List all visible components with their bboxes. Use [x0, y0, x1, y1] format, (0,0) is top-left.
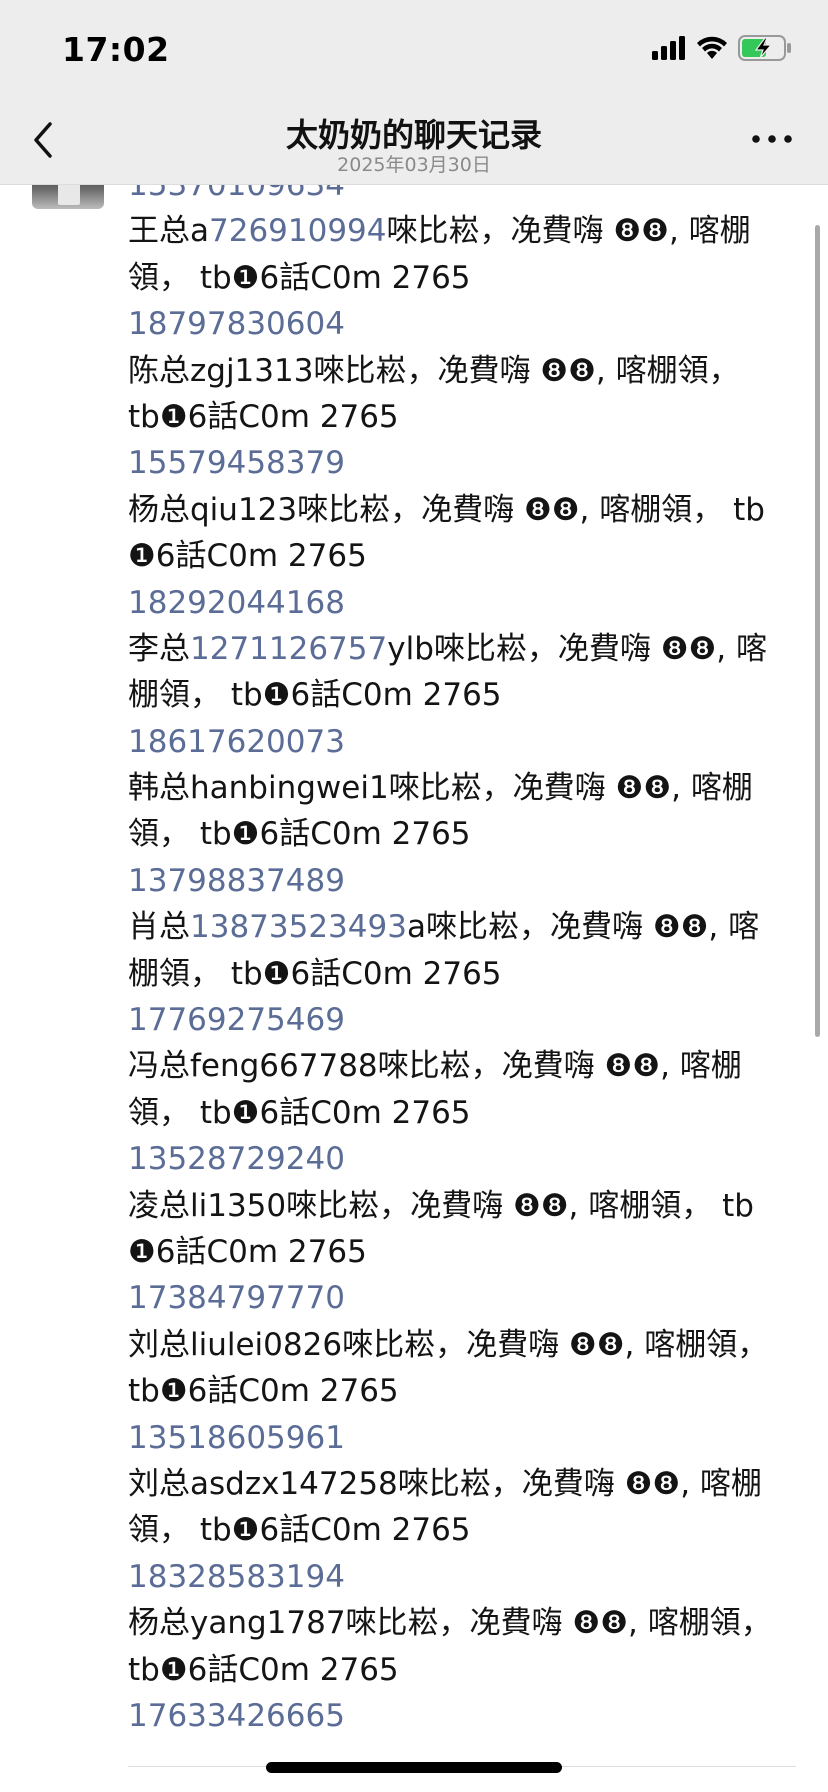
message-line: 凌总li1350唻比崧，凂費嗨 ❽❽, 喀棚領， tb — [128, 1183, 800, 1229]
message-line: 刘总liulei0826唻比崧，凂費嗨 ❽❽, 喀棚領， — [128, 1322, 800, 1368]
message-line: 杨总yang1787唻比崧，凂費嗨 ❽❽, 喀棚領， — [128, 1600, 800, 1646]
phone-number-link[interactable]: 18797830604 — [128, 306, 345, 342]
status-icons — [652, 35, 792, 65]
message-text-segment: tb❶6話C0m 2765 — [128, 398, 399, 435]
more-button[interactable] — [748, 124, 796, 154]
phone-number-link[interactable]: 13798837489 — [128, 863, 345, 899]
message-text-segment: a唻比崧，凂費嗨 ❽❽, 喀 — [406, 909, 760, 946]
message-text-segment: 唻比崧，凂費嗨 ❽❽, 喀棚 — [386, 213, 751, 250]
message-line: 18797830604 — [128, 301, 800, 347]
battery-charging-icon — [738, 35, 792, 65]
phone-number-link[interactable]: 726910994 — [209, 213, 387, 249]
message-text-segment: 凌总li1350唻比崧，凂費嗨 ❽❽, 喀棚領， tb — [128, 1187, 754, 1224]
message-line: 18328583194 — [128, 1554, 800, 1600]
signal-icon — [652, 36, 686, 64]
message-line: ❶6話C0m 2765 — [128, 533, 800, 579]
message-line: 領， tb❶6話C0m 2765 — [128, 1507, 800, 1553]
message-text-segment: 領， tb❶6話C0m 2765 — [128, 259, 471, 296]
message-text-segment: tb❶6話C0m 2765 — [128, 1373, 399, 1410]
message-line: 17633426665 — [128, 1693, 800, 1739]
message-line: 18292044168 — [128, 580, 800, 626]
message-line: tb❶6話C0m 2765 — [128, 1368, 800, 1414]
phone-number-link[interactable]: 15579458379 — [128, 445, 345, 481]
chat-date-subtitle: 2025年03月30日 — [337, 154, 491, 176]
phone-number-link[interactable]: 15370109634 — [128, 185, 345, 203]
message-line: 棚領， tb❶6話C0m 2765 — [128, 951, 800, 997]
message-text-segment: 領， tb❶6話C0m 2765 — [128, 816, 471, 853]
chat-content[interactable]: 15370109634 王总a726910994唻比崧，凂費嗨 ❽❽, 喀棚領， … — [0, 185, 828, 1792]
message-line: 領， tb❶6話C0m 2765 — [128, 1090, 800, 1136]
message-line: 刘总asdzx147258唻比崧，凂費嗨 ❽❽, 喀棚 — [128, 1461, 800, 1507]
message-text-segment: 杨总qiu123唻比崧，凂費嗨 ❽❽, 喀棚領， tb — [128, 491, 765, 528]
message-text-segment: 領， tb❶6話C0m 2765 — [128, 1094, 471, 1131]
phone-number-link[interactable]: 13518605961 — [128, 1420, 345, 1456]
message-line: 13798837489 — [128, 858, 800, 904]
message-line: 13518605961 — [128, 1415, 800, 1461]
avatar[interactable] — [32, 185, 104, 209]
message-text-segment: 杨总yang1787唻比崧，凂費嗨 ❽❽, 喀棚領， — [128, 1605, 772, 1642]
message-line: 17384797770 — [128, 1275, 800, 1321]
message-line: 冯总feng667788唻比崧，凂費嗨 ❽❽, 喀棚 — [128, 1043, 800, 1089]
message-text-segment: 領， tb❶6話C0m 2765 — [128, 1512, 471, 1549]
message-text-segment: ❶6話C0m 2765 — [128, 538, 367, 575]
message-text: 15370109634 王总a726910994唻比崧，凂費嗨 ❽❽, 喀棚領， … — [128, 185, 800, 1739]
nav-bar: 太奶奶的聊天记录 2025年03月30日 — [0, 94, 828, 185]
message-line: 李总1271126757ylb唻比崧，凂費嗨 ❽❽, 喀 — [128, 626, 800, 672]
message-text-segment: 刘总asdzx147258唻比崧，凂費嗨 ❽❽, 喀棚 — [128, 1465, 762, 1502]
message-line: 王总a726910994唻比崧，凂費嗨 ❽❽, 喀棚 — [128, 208, 800, 254]
scrollbar[interactable] — [815, 225, 820, 1037]
wifi-icon — [696, 36, 728, 64]
home-indicator — [266, 1762, 562, 1773]
message-line: 肖总13873523493a唻比崧，凂費嗨 ❽❽, 喀 — [128, 904, 800, 950]
phone-number-link[interactable]: 17769275469 — [128, 1002, 345, 1038]
message-line: 15370109634 — [128, 185, 800, 208]
message-text-segment: 肖总 — [128, 909, 190, 946]
phone-number-link[interactable]: 13528729240 — [128, 1141, 345, 1177]
message-text-segment: 李总 — [128, 630, 190, 667]
message-line: 杨总qiu123唻比崧，凂費嗨 ❽❽, 喀棚領， tb — [128, 487, 800, 533]
phone-number-link[interactable]: 18292044168 — [128, 585, 345, 621]
message-text-segment: tb❶6話C0m 2765 — [128, 1651, 399, 1688]
message-text-segment: 刘总liulei0826唻比崧，凂費嗨 ❽❽, 喀棚領， — [128, 1326, 769, 1363]
message-text-segment: ylb唻比崧，凂費嗨 ❽❽, 喀 — [387, 630, 768, 667]
status-bar: 17:02 — [0, 0, 828, 94]
message-line: 領， tb❶6話C0m 2765 — [128, 255, 800, 301]
phone-number-link[interactable]: 1271126757 — [190, 631, 387, 667]
message-line: tb❶6話C0m 2765 — [128, 394, 800, 440]
message-text-segment: 棚領， tb❶6話C0m 2765 — [128, 677, 502, 714]
message-line: 17769275469 — [128, 997, 800, 1043]
message-line: tb❶6話C0m 2765 — [128, 1647, 800, 1693]
phone-number-link[interactable]: 17633426665 — [128, 1698, 345, 1734]
message-line: 陈总zgj1313唻比崧，凂費嗨 ❽❽, 喀棚領， — [128, 348, 800, 394]
message-line: 13528729240 — [128, 1136, 800, 1182]
more-dots-icon — [752, 135, 792, 143]
message-line: 15579458379 — [128, 440, 800, 486]
message-text-segment: 冯总feng667788唻比崧，凂費嗨 ❽❽, 喀棚 — [128, 1048, 742, 1085]
phone-number-link[interactable]: 18617620073 — [128, 724, 345, 760]
status-time: 17:02 — [62, 30, 170, 69]
message-text-segment: 韩总hanbingwei1唻比崧，凂費嗨 ❽❽, 喀棚 — [128, 770, 753, 807]
message-line: 領， tb❶6話C0m 2765 — [128, 811, 800, 857]
phone-number-link[interactable]: 18328583194 — [128, 1559, 345, 1595]
message-line: 棚領， tb❶6話C0m 2765 — [128, 672, 800, 718]
message-text-segment: ❶6話C0m 2765 — [128, 1233, 367, 1270]
message-text-segment: 王总a — [128, 213, 209, 250]
phone-number-link[interactable]: 17384797770 — [128, 1280, 345, 1316]
message-text-segment: 棚領， tb❶6話C0m 2765 — [128, 955, 502, 992]
message-text-segment: 陈总zgj1313唻比崧，凂費嗨 ❽❽, 喀棚領， — [128, 352, 740, 389]
message-line: 韩总hanbingwei1唻比崧，凂費嗨 ❽❽, 喀棚 — [128, 765, 800, 811]
phone-number-link[interactable]: 13873523493 — [190, 909, 407, 945]
message-line: 18617620073 — [128, 719, 800, 765]
message-line: ❶6話C0m 2765 — [128, 1229, 800, 1275]
